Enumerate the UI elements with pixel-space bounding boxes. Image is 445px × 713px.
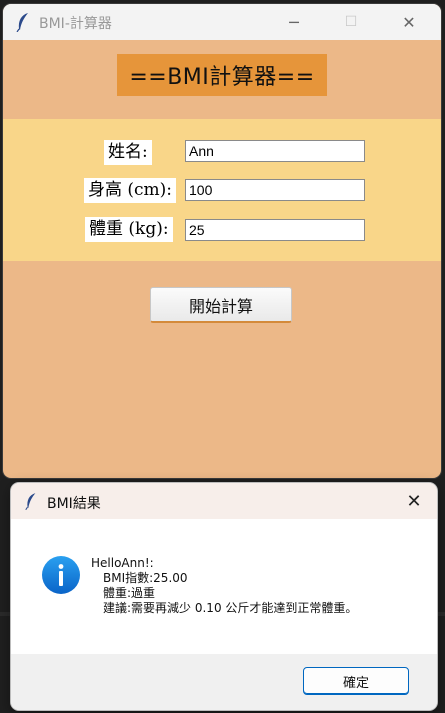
minimize-button[interactable]: ─ (271, 4, 317, 40)
message-greeting: HelloAnn!: (91, 556, 154, 570)
name-label: 姓名: (104, 140, 152, 165)
close-button[interactable]: ✕ (386, 4, 432, 40)
feather-icon (25, 493, 36, 510)
message-advice: 建議:需要再減少 0.10 公斤才能達到正常體重。 (103, 601, 358, 615)
dialog-close-button[interactable]: ✕ (391, 483, 437, 519)
weight-input[interactable]: 25 (185, 219, 365, 241)
bmi-result-dialog: BMI結果 ✕ HelloAnn!: BMI指數:25.00 體重:過重 建議:… (11, 483, 437, 710)
dialog-title: BMI結果 (47, 496, 101, 512)
app-title: ==BMI計算器== (117, 54, 327, 96)
feather-icon (16, 13, 28, 32)
bmi-calculator-window: BMI-計算器 ─ ☐ ✕ ==BMI計算器== 姓名: Ann 身高 (cm)… (3, 4, 441, 478)
start-calculation-button[interactable]: 開始計算 (150, 287, 292, 323)
message-bmi: BMI指數:25.00 (103, 571, 188, 585)
maximize-icon: ☐ (344, 14, 358, 30)
close-icon: ✕ (406, 490, 422, 512)
ok-button[interactable]: 確定 (303, 667, 409, 695)
maximize-button[interactable]: ☐ (328, 4, 374, 40)
name-input[interactable]: Ann (185, 140, 365, 162)
result-message: HelloAnn!: BMI指數:25.00 體重:過重 建議:需要再減少 0.… (91, 556, 357, 616)
window-titlebar[interactable]: BMI-計算器 ─ ☐ ✕ (3, 4, 441, 40)
window-title: BMI-計算器 (39, 16, 112, 32)
dialog-titlebar[interactable]: BMI結果 ✕ (11, 483, 437, 519)
minimize-icon: ─ (289, 12, 299, 32)
weight-label: 體重 (kg): (85, 217, 173, 242)
close-icon: ✕ (402, 12, 416, 32)
height-input[interactable]: 100 (185, 179, 365, 201)
info-icon (42, 556, 80, 594)
height-label: 身高 (cm): (84, 178, 177, 203)
message-weight-status: 體重:過重 (103, 586, 156, 600)
